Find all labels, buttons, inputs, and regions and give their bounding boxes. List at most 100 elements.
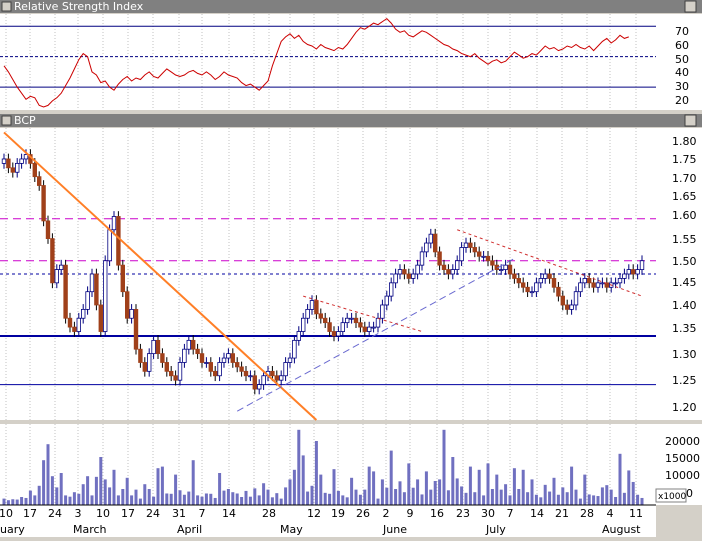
volume-bar: [433, 481, 437, 505]
volume-bar: [108, 487, 112, 505]
candle-down: [270, 370, 275, 377]
volume-bar: [42, 460, 46, 505]
volume-tick-label: 20000: [665, 435, 700, 448]
volume-bar: [640, 497, 644, 505]
candle-down: [547, 273, 552, 279]
volume-bar: [363, 489, 367, 505]
month-label: uary: [0, 523, 25, 536]
volume-bar: [328, 493, 332, 505]
candle-down: [274, 375, 279, 381]
volume-bar: [235, 493, 239, 505]
volume-bar: [345, 497, 349, 505]
candle-down: [565, 304, 570, 310]
candle-down: [212, 370, 218, 377]
candle-up: [635, 269, 640, 275]
day-label: 21: [555, 507, 569, 520]
candle-down: [230, 353, 235, 363]
candle-down: [243, 370, 249, 377]
volume-bar: [37, 485, 41, 505]
candle-up: [217, 362, 222, 377]
volume-bar: [59, 473, 63, 505]
volume-bar: [512, 468, 516, 505]
price-tick-label: 1.25: [672, 374, 697, 387]
candle-down: [10, 167, 15, 173]
day-label: 12: [307, 507, 321, 520]
volume-bar: [420, 494, 424, 505]
price-tick-label: 1.30: [672, 348, 697, 361]
volume-bar: [587, 494, 591, 505]
month-label: April: [177, 523, 202, 536]
volume-bar: [539, 497, 543, 505]
month-label: July: [485, 523, 506, 536]
volume-bar: [24, 497, 28, 505]
rsi-panel: Relative Strength Index 70 60 50 40 30 2…: [0, 0, 702, 110]
candle-up: [248, 375, 253, 378]
volume-bar: [20, 497, 24, 505]
candle-down: [63, 264, 68, 319]
volume-bar: [614, 497, 618, 505]
volume-bar: [46, 444, 50, 505]
candle-down: [318, 313, 323, 319]
day-label: 31: [172, 507, 186, 520]
volume-bar: [358, 494, 362, 505]
candle-up: [481, 255, 486, 258]
candle-up: [182, 348, 187, 363]
candle-up: [261, 375, 266, 386]
volume-bar: [218, 473, 222, 505]
volume-tick-label: 10000: [665, 469, 700, 482]
volume-bar: [508, 495, 512, 505]
candle-up: [204, 362, 209, 364]
volume-bar: [411, 487, 415, 505]
price-tick-label: 1.70: [672, 172, 697, 185]
volume-bar: [130, 495, 134, 505]
volume-bar: [385, 487, 389, 505]
price-panel-menu-icon[interactable]: [1, 115, 12, 126]
candle-up: [503, 264, 508, 270]
volume-bar: [2, 498, 6, 505]
volume-bar: [55, 487, 59, 505]
candle-down: [125, 291, 130, 319]
candle-up: [569, 304, 574, 310]
volume-bar: [592, 495, 596, 505]
candle-down: [402, 269, 407, 275]
rsi-panel-menu-icon[interactable]: [1, 1, 12, 12]
candle-up: [151, 339, 156, 355]
candle-up: [428, 233, 433, 244]
day-label: 26: [356, 507, 370, 520]
volume-bar: [526, 492, 530, 505]
price-panel: BCP 1.80 1.75 1.70 1.65 1.60 1.55 1.50 1…: [0, 114, 702, 421]
candle-down: [41, 185, 46, 222]
candle-down: [327, 322, 332, 332]
candle-up: [278, 375, 284, 381]
price-tick-label: 1.65: [672, 190, 697, 203]
volume-bar: [99, 457, 103, 505]
day-label: 11: [629, 507, 643, 520]
candle-down: [468, 242, 473, 248]
candle-up: [375, 317, 381, 328]
price-tick-label: 1.20: [672, 401, 697, 414]
volume-bar: [609, 489, 613, 505]
day-label: 30: [481, 507, 495, 520]
volume-bar: [367, 466, 371, 505]
candle-down: [164, 362, 169, 372]
candle-down: [556, 286, 561, 297]
volume-bar: [618, 453, 622, 505]
volume-bar: [380, 479, 384, 505]
day-label: 14: [222, 507, 236, 520]
candle-up: [349, 317, 354, 320]
candle-up: [388, 282, 394, 297]
volume-bar: [156, 468, 160, 505]
candle-up: [498, 269, 504, 271]
volume-bar: [402, 492, 406, 505]
rsi-panel-resize-icon[interactable]: [684, 0, 697, 13]
candle-up: [454, 260, 460, 270]
volume-bar: [222, 490, 226, 505]
price-panel-resize-icon[interactable]: [684, 114, 697, 127]
volume-bar: [552, 477, 556, 505]
candle-up: [384, 295, 389, 306]
volume-bar: [6, 500, 10, 505]
candle-down: [560, 295, 565, 306]
candle-up: [578, 282, 583, 293]
price-tick-label: 1.55: [672, 233, 697, 246]
volume-bar: [596, 496, 600, 505]
